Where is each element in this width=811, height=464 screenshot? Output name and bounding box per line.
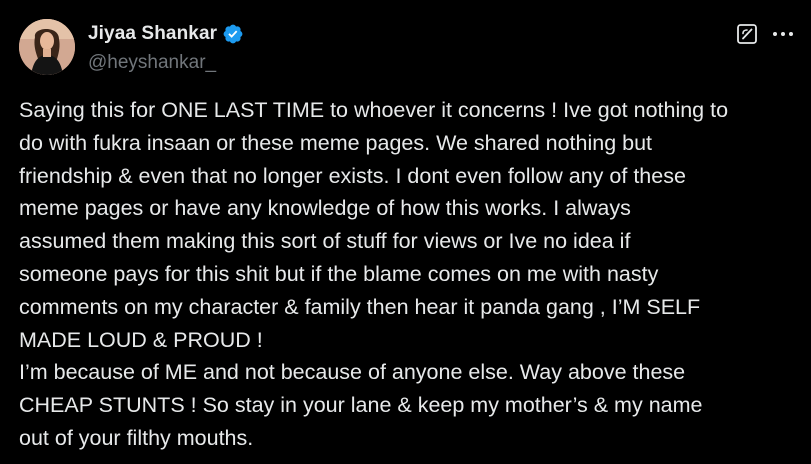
avatar[interactable] <box>19 19 75 75</box>
author-name-row: Jiyaa Shankar <box>88 21 244 47</box>
verified-badge-icon[interactable] <box>222 23 244 45</box>
grok-icon[interactable] <box>736 23 758 45</box>
tweet-card: Jiyaa Shankar @heyshankar_ Saying this f… <box>0 0 811 464</box>
more-options-icon[interactable] <box>770 23 796 45</box>
author-handle[interactable]: @heyshankar_ <box>88 52 216 74</box>
author-display-name[interactable]: Jiyaa Shankar <box>88 23 217 45</box>
avatar-image <box>19 19 75 75</box>
tweet-text: Saying this for ONE LAST TIME to whoever… <box>19 98 729 450</box>
